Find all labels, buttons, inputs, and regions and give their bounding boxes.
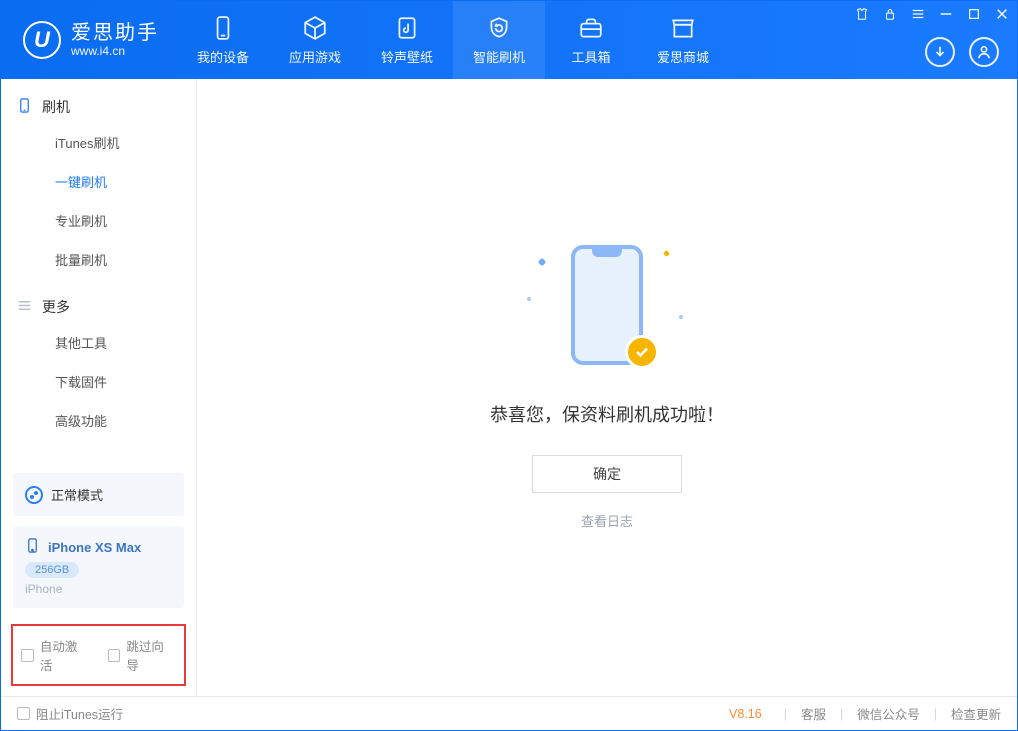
sidebar-item-download-firmware[interactable]: 下载固件 [1,362,196,401]
brand-url: www.i4.cn [71,44,159,58]
sidebar-group-more: 更多 [1,279,196,323]
nav-my-device[interactable]: 我的设备 [177,1,269,79]
separator: | [934,707,937,721]
app-body: 刷机 iTunes刷机 一键刷机 专业刷机 批量刷机 更多 其他工具 下载固件 … [1,79,1017,696]
device-mode-panel[interactable]: 正常模式 [13,473,184,516]
nav-label: 智能刷机 [473,47,525,66]
minimize-button[interactable] [939,7,953,21]
chk-auto-activate[interactable]: 自动激活 [21,636,90,674]
refresh-shield-icon [486,15,512,41]
close-button[interactable] [995,7,1009,21]
device-info-panel[interactable]: iPhone XS Max 256GB iPhone [13,526,184,608]
footer-link-wechat[interactable]: 微信公众号 [857,704,920,723]
main-content: 恭喜您，保资料刷机成功啦！ 确定 查看日志 [197,79,1017,696]
sidebar-item-advanced[interactable]: 高级功能 [1,401,196,440]
mode-indicator-icon [25,486,43,504]
checkbox-icon [21,649,34,662]
store-icon [670,15,696,41]
footer-link-support[interactable]: 客服 [801,704,826,723]
nav-apps-games[interactable]: 应用游戏 [269,1,361,79]
chk-label: 阻止iTunes运行 [36,704,123,723]
group-title-label: 刷机 [42,97,70,117]
maximize-button[interactable] [967,7,981,21]
success-illustration [527,245,687,375]
sidebar: 刷机 iTunes刷机 一键刷机 专业刷机 批量刷机 更多 其他工具 下载固件 … [1,79,197,696]
version-label: V8.16 [729,707,762,721]
brand: U 爱思助手 www.i4.cn [1,1,177,79]
sidebar-status: 正常模式 iPhone XS Max 256GB iPhone [1,463,196,618]
chk-skip-guide[interactable]: 跳过向导 [108,636,177,674]
group-title-label: 更多 [42,297,70,317]
ok-button[interactable]: 确定 [532,455,682,493]
chk-block-itunes[interactable]: 阻止iTunes运行 [17,704,123,723]
music-file-icon [394,15,420,41]
separator: | [840,707,843,721]
footer-link-update[interactable]: 检查更新 [951,704,1001,723]
user-account-button[interactable] [969,37,999,67]
brand-logo-icon: U [23,21,61,59]
mode-label: 正常模式 [51,485,103,504]
sidebar-item-itunes-flash[interactable]: iTunes刷机 [1,123,196,162]
checkbox-icon [108,649,121,662]
brand-title: 爱思助手 [71,22,159,44]
nav-toolbox[interactable]: 工具箱 [545,1,637,79]
nav-label: 我的设备 [197,47,249,66]
sidebar-item-pro-flash[interactable]: 专业刷机 [1,201,196,240]
toolbox-icon [578,15,604,41]
check-badge-icon [625,335,659,369]
sidebar-item-oneclick-flash[interactable]: 一键刷机 [1,162,196,201]
chk-label: 跳过向导 [126,636,176,674]
sidebar-group-flash: 刷机 [1,79,196,123]
app-header: U 爱思助手 www.i4.cn 我的设备 应用游戏 铃声壁纸 智能刷机 工具箱 [1,1,1017,79]
tshirt-icon[interactable] [855,7,869,21]
view-log-link[interactable]: 查看日志 [581,511,633,530]
device-storage-badge: 256GB [25,562,79,578]
footer-links: | 客服 | 微信公众号 | 检查更新 [784,704,1001,723]
checkbox-icon [17,707,30,720]
device-name: iPhone XS Max [48,540,141,555]
nav-label: 爱思商城 [657,47,709,66]
separator: | [784,707,787,721]
status-bar: 阻止iTunes运行 V8.16 | 客服 | 微信公众号 | 检查更新 [1,696,1017,730]
phone-small-icon [25,538,40,556]
sidebar-item-batch-flash[interactable]: 批量刷机 [1,240,196,279]
nav-label: 铃声壁纸 [381,47,433,66]
phone-icon [17,98,32,116]
nav-smart-flash[interactable]: 智能刷机 [453,1,545,79]
download-button[interactable] [925,37,955,67]
nav-store[interactable]: 爱思商城 [637,1,729,79]
chk-label: 自动激活 [40,636,90,674]
menu-icon[interactable] [911,7,925,21]
nav-ringtone-wallpaper[interactable]: 铃声壁纸 [361,1,453,79]
top-nav: 我的设备 应用游戏 铃声壁纸 智能刷机 工具箱 爱思商城 [177,1,729,79]
list-icon [17,298,32,316]
header-actions [925,37,999,67]
device-type: iPhone [25,582,172,596]
cube-icon [302,15,328,41]
nav-label: 工具箱 [571,47,610,66]
sidebar-item-other-tools[interactable]: 其他工具 [1,323,196,362]
device-icon [210,15,236,41]
success-message: 恭喜您，保资料刷机成功啦！ [490,401,724,427]
nav-label: 应用游戏 [289,47,341,66]
flash-options-highlight: 自动激活 跳过向导 [11,624,186,686]
lock-icon[interactable] [883,7,897,21]
brand-text: 爱思助手 www.i4.cn [71,22,159,58]
window-controls [855,7,1009,21]
